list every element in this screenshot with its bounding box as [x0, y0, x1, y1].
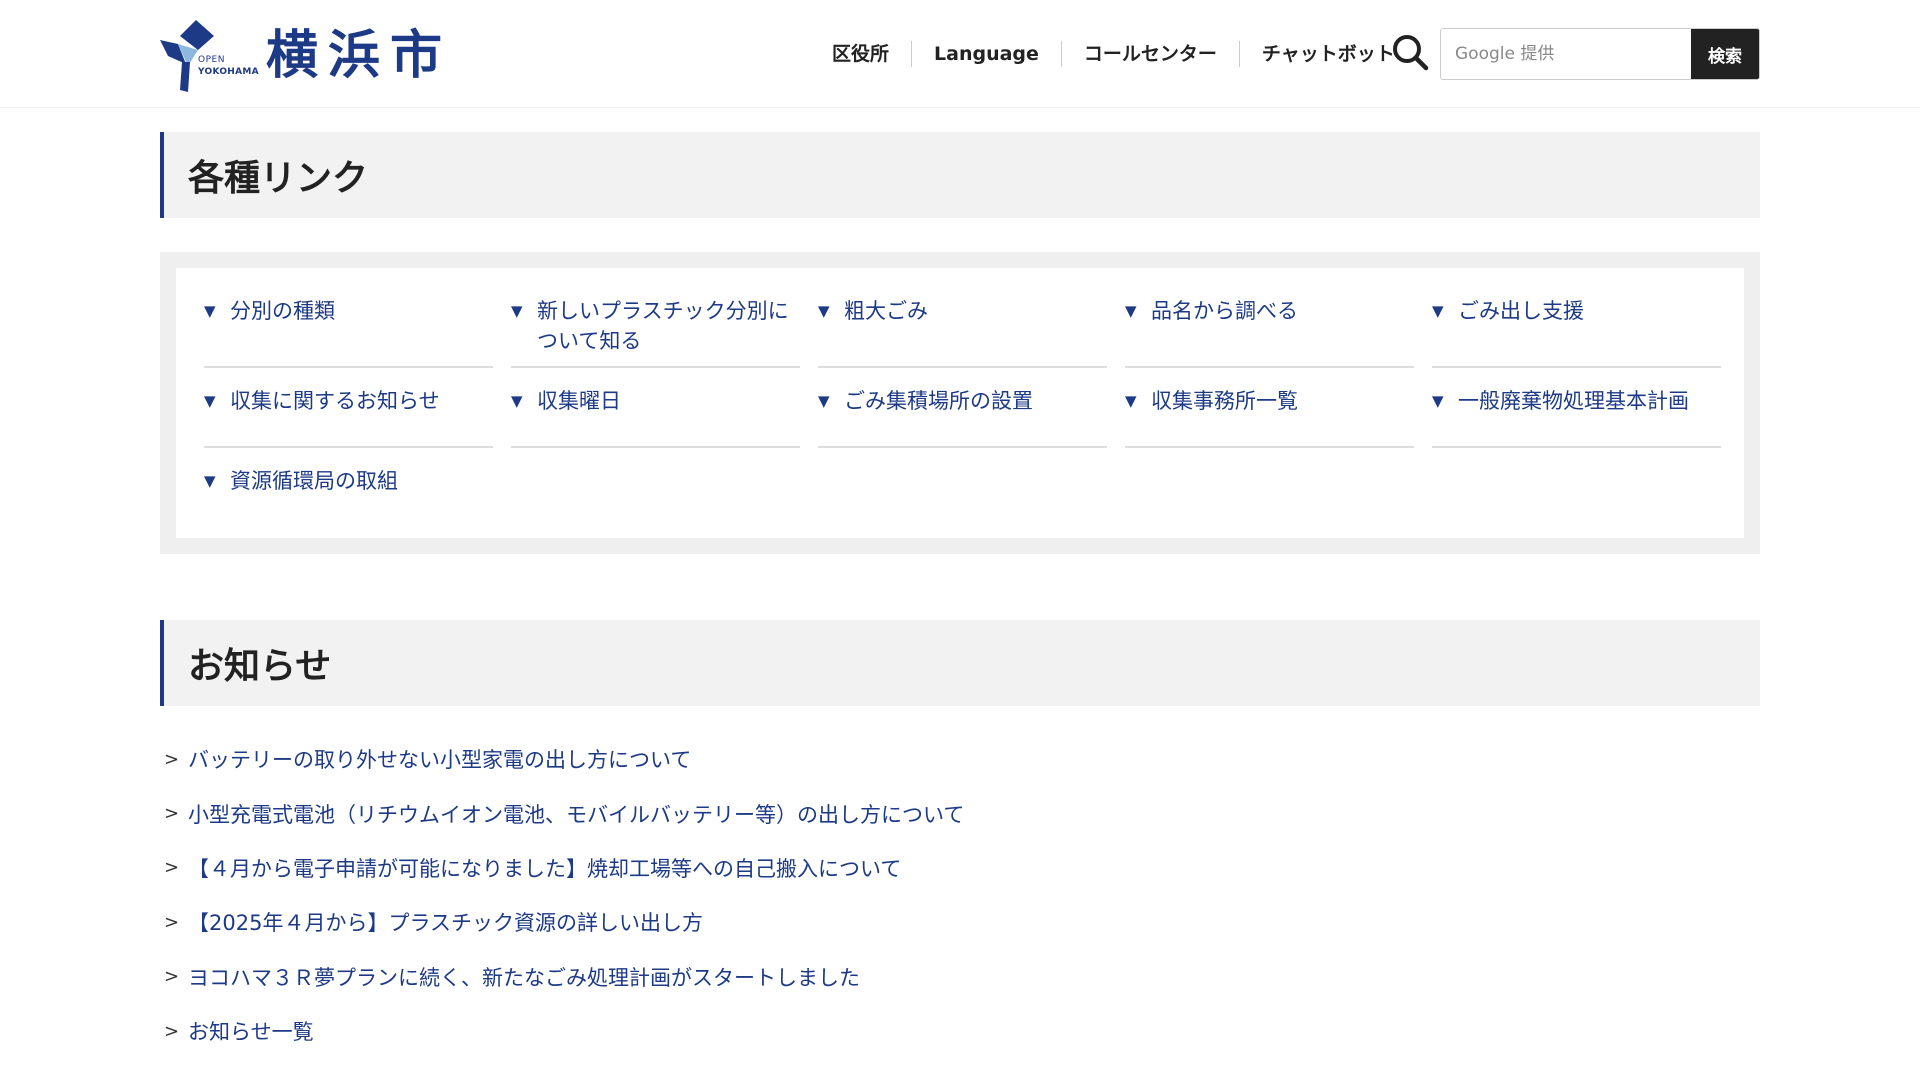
site-logo[interactable]: OPEN YOKOHAMA 横浜市 — [158, 18, 458, 94]
news-item: > 【４月から電子申請が可能になりました】焼却工場等への自己搬入について — [160, 841, 1760, 895]
chevron-right-icon: > — [164, 857, 180, 879]
link-separation-types[interactable]: ▼ 分別の種類 — [204, 296, 493, 368]
link-disposal-support[interactable]: ▼ ごみ出し支援 — [1432, 296, 1721, 368]
triangle-down-icon: ▼ — [1125, 302, 1137, 320]
news-list: > バッテリーの取り外せない小型家電の出し方について > 小型充電式電池（リチウ… — [160, 732, 1760, 1058]
links-grid: ▼ 分別の種類 ▼ 新しいプラスチック分別について知る ▼ 粗大ごみ ▼ 品名か… — [176, 268, 1744, 538]
link-waste-basic-plan[interactable]: ▼ 一般廃棄物処理基本計画 — [1432, 386, 1721, 448]
link-collection-offices[interactable]: ▼ 収集事務所一覧 — [1125, 386, 1414, 448]
news-item: > 【2025年４月から】プラスチック資源の詳しい出し方 — [160, 895, 1760, 949]
triangle-down-icon: ▼ — [204, 472, 216, 490]
triangle-down-icon: ▼ — [511, 302, 523, 320]
link-label: ごみ集積場所の設置 — [844, 389, 1033, 413]
link-label: 品名から調べる — [1151, 299, 1298, 323]
news-section-heading: お知らせ — [160, 620, 1760, 706]
news-link[interactable]: ヨコハマ３Ｒ夢プランに続く、新たなごみ処理計画がスタートしました — [188, 962, 860, 992]
chevron-right-icon: > — [164, 911, 180, 933]
link-collection-point-setup[interactable]: ▼ ごみ集積場所の設置 — [818, 386, 1107, 448]
link-label: 粗大ごみ — [844, 299, 928, 323]
search-button[interactable]: 検索 — [1691, 29, 1759, 79]
link-collection-notices[interactable]: ▼ 収集に関するお知らせ — [204, 386, 493, 448]
link-bulky-waste[interactable]: ▼ 粗大ごみ — [818, 296, 1107, 368]
link-label: ごみ出し支援 — [1458, 299, 1584, 323]
news-link[interactable]: 【2025年４月から】プラスチック資源の詳しい出し方 — [188, 907, 703, 937]
news-link[interactable]: 【４月から電子申請が可能になりました】焼却工場等への自己搬入について — [188, 853, 901, 883]
news-link[interactable]: 小型充電式電池（リチウムイオン電池、モバイルバッテリー等）の出し方について — [188, 799, 964, 829]
link-label: 一般廃棄物処理基本計画 — [1458, 389, 1689, 413]
links-section-heading: 各種リンク — [160, 132, 1760, 218]
link-label: 収集曜日 — [537, 389, 621, 413]
triangle-down-icon: ▼ — [511, 392, 523, 410]
link-new-plastic[interactable]: ▼ 新しいプラスチック分別について知る — [511, 296, 800, 368]
triangle-down-icon: ▼ — [204, 302, 216, 320]
triangle-down-icon: ▼ — [1432, 392, 1444, 410]
nav-ward-offices[interactable]: 区役所 — [810, 41, 911, 67]
chevron-right-icon: > — [164, 966, 180, 988]
logo-yokohama-text: YOKOHAMA — [198, 67, 259, 77]
chevron-right-icon: > — [164, 803, 180, 825]
logo-open-text: OPEN — [198, 55, 225, 65]
link-collection-days[interactable]: ▼ 収集曜日 — [511, 386, 800, 448]
link-label: 収集事務所一覧 — [1151, 389, 1298, 413]
triangle-down-icon: ▼ — [1125, 392, 1137, 410]
news-list-all-link[interactable]: お知らせ一覧 — [188, 1016, 314, 1046]
news-item: > ヨコハマ３Ｒ夢プランに続く、新たなごみ処理計画がスタートしました — [160, 950, 1760, 1004]
site-header: OPEN YOKOHAMA 横浜市 区役所 Language コールセンター チ… — [0, 0, 1920, 108]
triangle-down-icon: ▼ — [204, 392, 216, 410]
link-label: 新しいプラスチック分別について知る — [537, 299, 789, 353]
search-input[interactable] — [1441, 29, 1691, 79]
link-label: 収集に関するお知らせ — [230, 389, 440, 413]
news-item: > 小型充電式電池（リチウムイオン電池、モバイルバッテリー等）の出し方について — [160, 786, 1760, 840]
yokohama-mark-icon: OPEN YOKOHAMA — [158, 18, 259, 94]
news-link[interactable]: バッテリーの取り外せない小型家電の出し方について — [188, 744, 691, 774]
logo-city-name: 横浜市 — [266, 26, 453, 86]
chevron-right-icon: > — [164, 748, 180, 770]
search-form: 検索 — [1440, 28, 1760, 80]
link-label: 資源循環局の取組 — [230, 469, 398, 493]
triangle-down-icon: ▼ — [1432, 302, 1444, 320]
triangle-down-icon: ▼ — [818, 302, 830, 320]
link-label: 分別の種類 — [230, 299, 335, 323]
chevron-right-icon: > — [164, 1020, 180, 1042]
header-nav: 区役所 Language コールセンター チャットボット — [810, 34, 1417, 74]
nav-language[interactable]: Language — [911, 41, 1061, 67]
news-item: > お知らせ一覧 — [160, 1004, 1760, 1058]
news-item: > バッテリーの取り外せない小型家電の出し方について — [160, 732, 1760, 786]
link-bureau-initiatives[interactable]: ▼ 資源循環局の取組 — [204, 466, 493, 528]
link-search-by-item[interactable]: ▼ 品名から調べる — [1125, 296, 1414, 368]
triangle-down-icon: ▼ — [818, 392, 830, 410]
links-panel: ▼ 分別の種類 ▼ 新しいプラスチック分別について知る ▼ 粗大ごみ ▼ 品名か… — [160, 252, 1760, 554]
nav-call-center[interactable]: コールセンター — [1060, 41, 1239, 67]
search-icon[interactable] — [1390, 32, 1430, 72]
